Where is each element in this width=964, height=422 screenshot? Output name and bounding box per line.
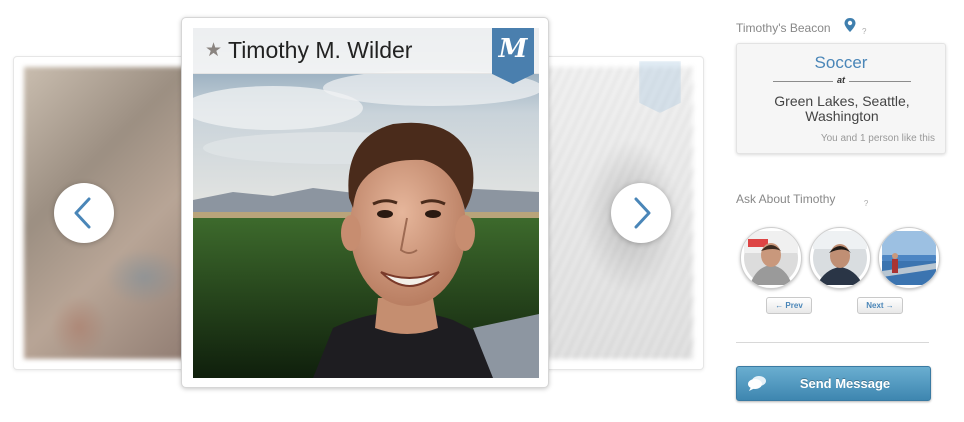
chevron-left-icon xyxy=(74,197,91,229)
profile-name: Timothy M. Wilder xyxy=(228,37,413,63)
send-message-button[interactable]: Send Message xyxy=(736,366,931,401)
ask-title: Ask About Timothy xyxy=(736,192,836,206)
friend-avatar[interactable] xyxy=(809,227,871,289)
profile-name-bar: ★ Timothy M. Wilder M xyxy=(193,28,539,84)
favorite-star-icon[interactable]: ★ xyxy=(205,39,222,62)
ask-next-button[interactable]: Next → xyxy=(857,297,903,314)
location-pin-icon xyxy=(844,18,856,32)
beacon-card: Soccer at Green Lakes, Seattle, Washingt… xyxy=(736,43,946,154)
carousel-prev-button[interactable] xyxy=(54,183,114,243)
beacon-title: Timothy's Beacon xyxy=(736,21,831,35)
next-profile-ribbon xyxy=(639,61,681,113)
friend-avatar[interactable] xyxy=(878,227,940,289)
ask-help-icon[interactable]: ? xyxy=(864,199,868,208)
chat-bubble-icon xyxy=(748,376,766,391)
profile-photo-image xyxy=(193,28,539,378)
ask-prev-button[interactable]: ← Prev xyxy=(766,297,812,314)
beacon-heading: Timothy's Beacon xyxy=(736,21,831,35)
beacon-activity[interactable]: Soccer xyxy=(737,53,945,73)
send-message-label: Send Message xyxy=(799,376,891,391)
ask-heading: Ask About Timothy xyxy=(736,192,835,206)
profile-card[interactable]: ★ Timothy M. Wilder M xyxy=(181,17,549,388)
friend-avatar[interactable] xyxy=(740,227,802,289)
beacon-at-label: at xyxy=(832,75,849,85)
friend-avatar-image xyxy=(744,231,798,285)
beacon-at: at xyxy=(737,75,945,85)
ribbon-letter: M xyxy=(498,34,528,64)
beacon-likes[interactable]: You and 1 person like this xyxy=(821,133,935,144)
friend-avatar-image xyxy=(813,231,867,285)
beacon-location: Green Lakes, Seattle, Washington xyxy=(774,93,910,124)
membership-ribbon-icon: M xyxy=(492,28,534,84)
chevron-right-icon xyxy=(634,197,651,229)
profile-photo: ★ Timothy M. Wilder M xyxy=(193,28,539,378)
beacon-help-icon[interactable]: ? xyxy=(862,27,866,36)
carousel-next-button[interactable] xyxy=(611,183,671,243)
friend-avatar-image xyxy=(882,231,936,285)
sidebar-divider xyxy=(736,342,929,343)
